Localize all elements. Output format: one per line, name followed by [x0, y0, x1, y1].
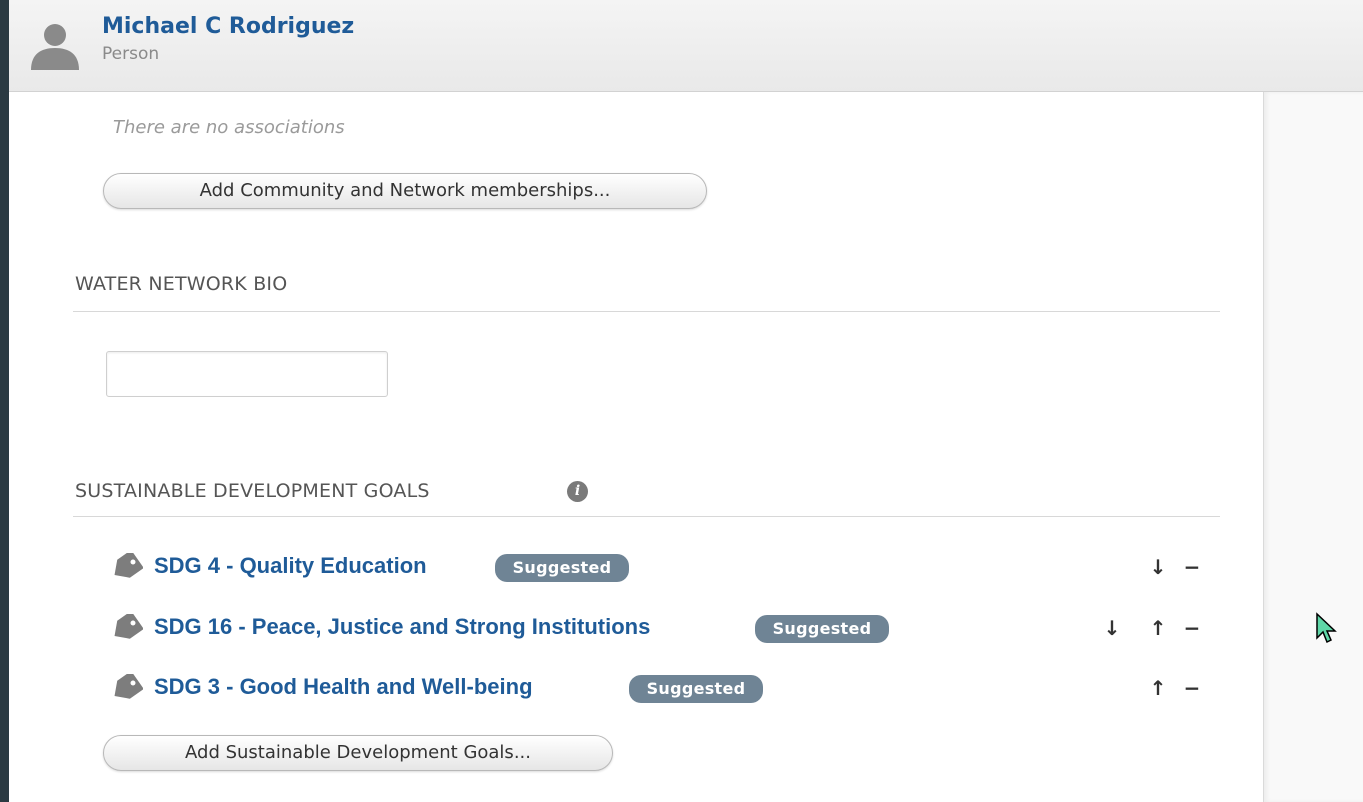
person-icon [31, 24, 79, 70]
move-down-icon[interactable]: ↓ [1147, 553, 1169, 581]
sdg-link[interactable]: SDG 3 - Good Health and Well-being [154, 674, 533, 700]
move-down-icon[interactable]: ↓ [1101, 614, 1123, 642]
main-frame: Michael C Rodriguez Person There are no … [9, 0, 1363, 802]
remove-icon[interactable]: − [1181, 553, 1203, 581]
sdg-item: SDG 4 - Quality Education Suggested ↓ − [109, 551, 1219, 583]
tag-icon [114, 674, 143, 699]
tag-icon [114, 553, 143, 578]
profile-name-link[interactable]: Michael C Rodriguez [102, 14, 354, 39]
sdg-link[interactable]: SDG 16 - Peace, Justice and Strong Insti… [154, 614, 650, 640]
add-sdg-button[interactable]: Add Sustainable Development Goals... [103, 735, 613, 771]
profile-type-label: Person [102, 44, 160, 64]
profile-header: Michael C Rodriguez Person [9, 0, 1363, 92]
suggested-badge: Suggested [495, 554, 629, 582]
tag-icon [114, 614, 143, 639]
sdg-link[interactable]: SDG 4 - Quality Education [154, 553, 427, 579]
sdg-heading: SUSTAINABLE DEVELOPMENT GOALS [75, 480, 430, 502]
water-network-bio-heading: WATER NETWORK BIO [75, 273, 288, 295]
water-network-bio-input[interactable] [106, 351, 388, 397]
suggested-badge: Suggested [629, 675, 763, 703]
add-community-memberships-button[interactable]: Add Community and Network memberships... [103, 173, 707, 209]
remove-icon[interactable]: − [1181, 674, 1203, 702]
section-divider [73, 311, 1220, 312]
move-up-icon[interactable]: ↑ [1147, 674, 1169, 702]
mouse-cursor-icon [1316, 612, 1337, 644]
move-up-icon[interactable]: ↑ [1147, 614, 1169, 642]
suggested-badge: Suggested [755, 615, 889, 643]
sdg-item: SDG 16 - Peace, Justice and Strong Insti… [109, 612, 1219, 644]
section-divider [73, 516, 1220, 517]
remove-icon[interactable]: − [1181, 614, 1203, 642]
info-icon[interactable]: i [567, 481, 588, 502]
sdg-item: SDG 3 - Good Health and Well-being Sugge… [109, 672, 1219, 704]
right-side-panel [1263, 92, 1363, 802]
no-associations-text: There are no associations [113, 117, 345, 138]
